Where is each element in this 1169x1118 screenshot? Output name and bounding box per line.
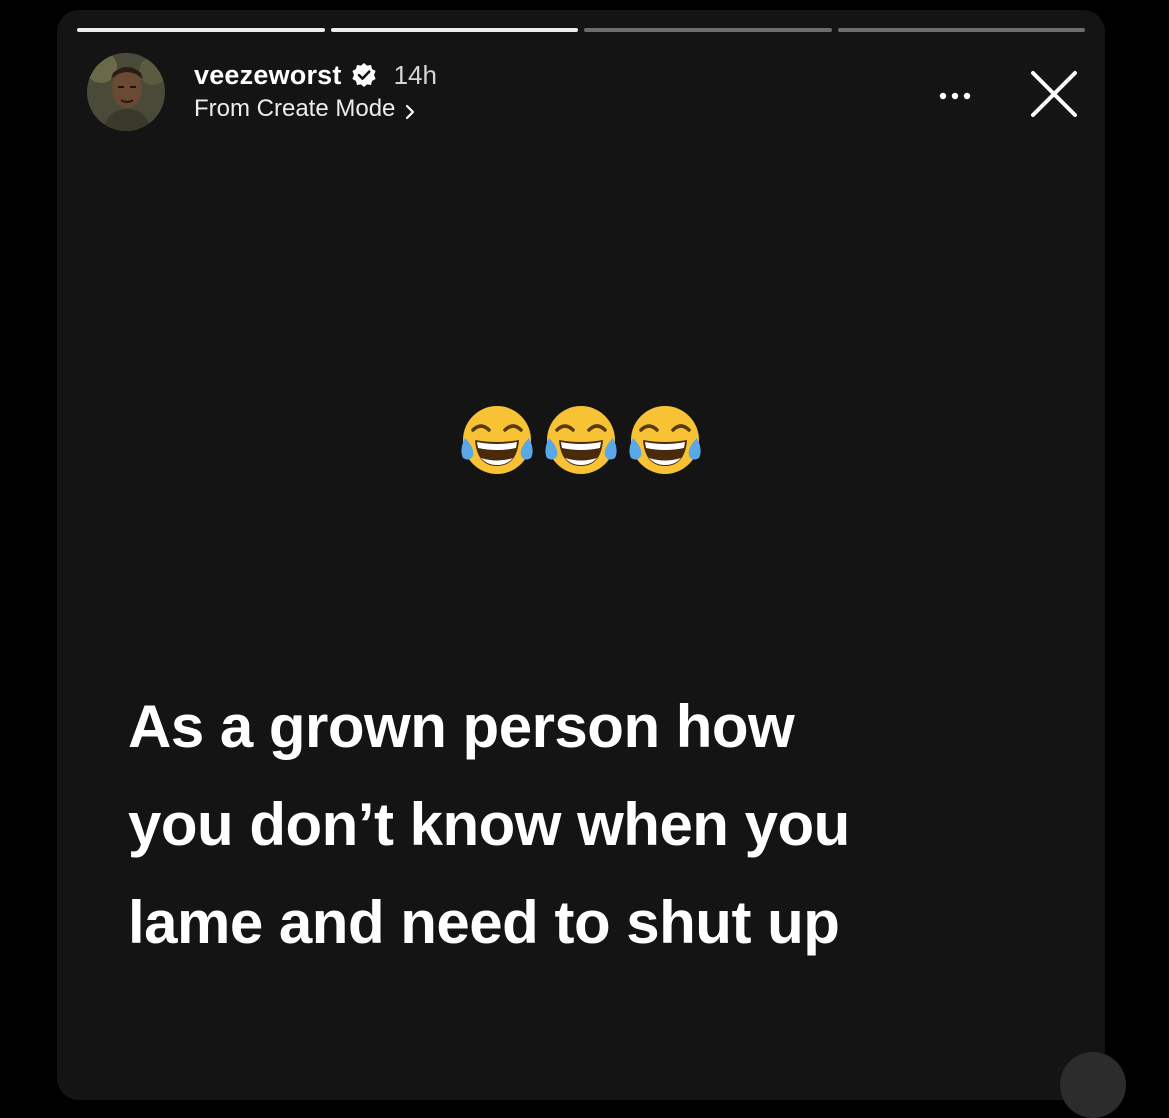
story-viewer[interactable]: veezeworst 14h From Create Mode As a gro… [57,10,1105,1100]
more-options-button[interactable] [929,82,989,106]
story-text: As a grown person how you don’t know whe… [128,693,850,956]
story-header: veezeworst 14h From Create Mode [194,58,437,123]
verified-badge-icon [351,62,377,88]
laughing-tears-emoji-icon [629,406,701,474]
progress-segment [837,28,1085,32]
story-progress-bar [77,28,1085,32]
laughing-tears-emoji-icon [545,406,617,474]
source-label: From Create Mode [194,95,396,122]
close-button[interactable] [1025,65,1083,123]
reply-button[interactable] [1060,1052,1126,1118]
username[interactable]: veezeworst [194,60,342,91]
emoji-group [457,400,705,480]
progress-segment [330,28,578,32]
laughing-tears-emoji-icon [461,406,533,474]
post-time: 14h [393,59,437,90]
chevron-right-icon [404,100,416,120]
more-horizontal-icon [939,92,971,100]
progress-segment [584,28,832,32]
close-icon [1031,71,1077,117]
create-mode-link[interactable]: From Create Mode [194,95,437,123]
avatar[interactable] [87,53,165,131]
progress-segment [77,28,325,32]
